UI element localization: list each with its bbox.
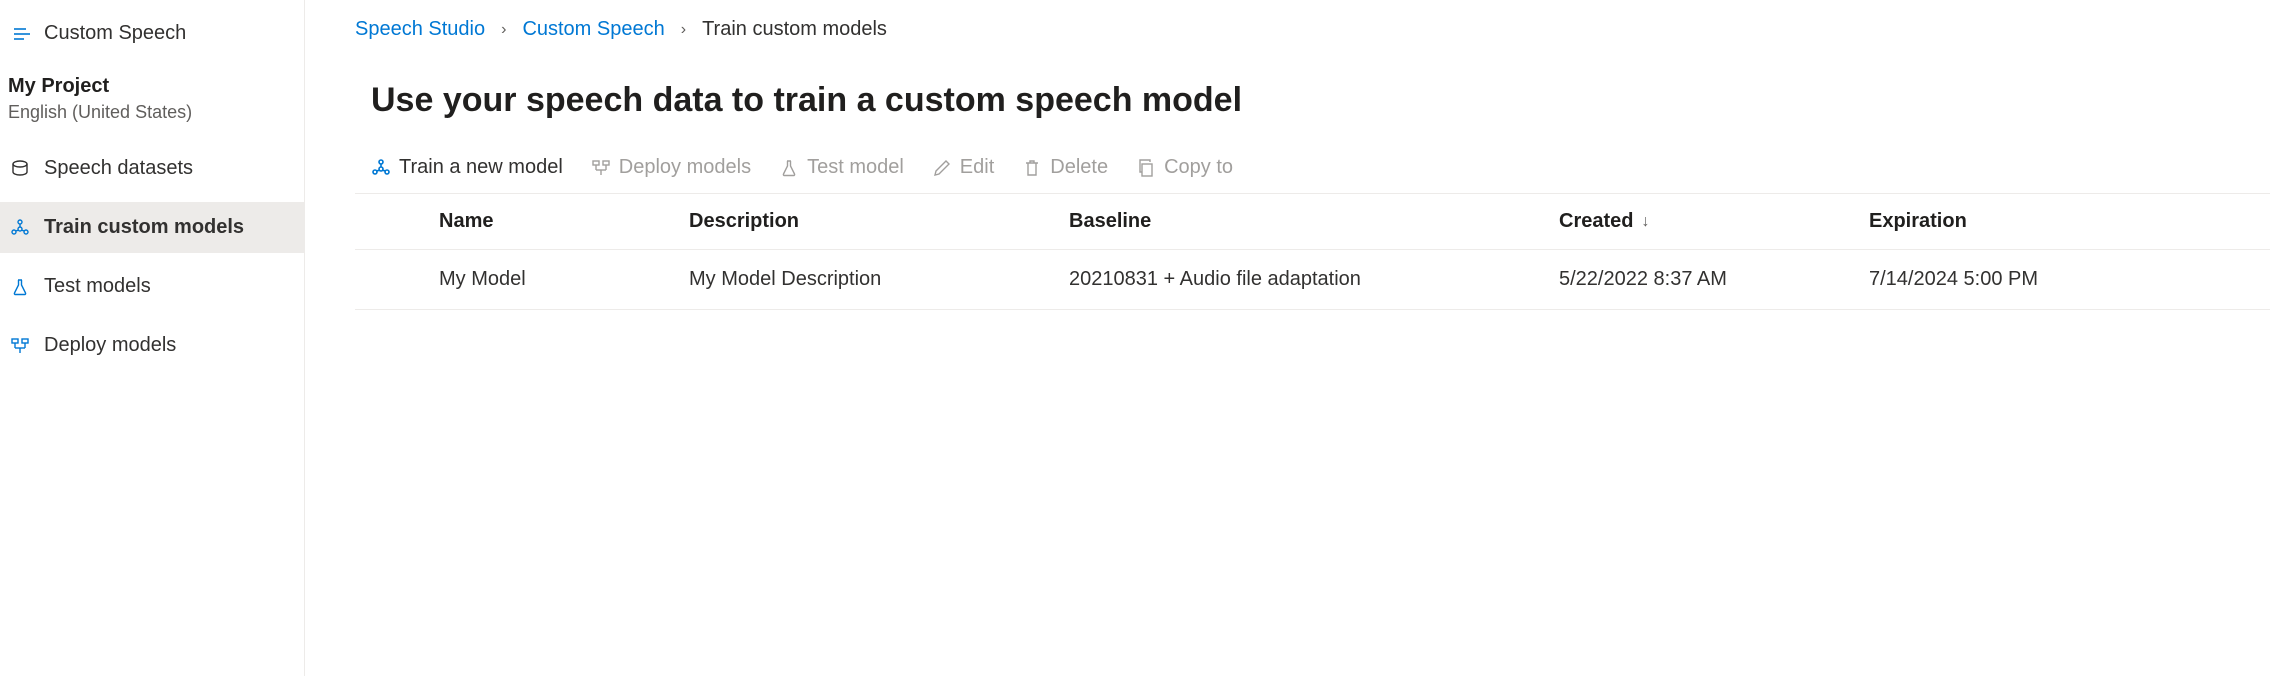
sidebar-item-speech-datasets[interactable]: Speech datasets — [0, 143, 304, 194]
flask-icon — [10, 277, 30, 297]
copy-icon — [1136, 158, 1156, 178]
breadcrumb-link-speech-studio[interactable]: Speech Studio — [355, 18, 485, 41]
toolbar: Train a new model Deploy models Test mod… — [355, 150, 2270, 194]
toolbar-label: Test model — [807, 156, 904, 179]
deploy-icon — [591, 158, 611, 178]
sidebar: Custom Speech My Project English (United… — [0, 0, 305, 676]
trash-icon — [1022, 158, 1042, 178]
sidebar-item-deploy-models[interactable]: Deploy models — [0, 320, 304, 371]
sidebar-item-label: Train custom models — [44, 216, 244, 239]
list-icon — [12, 24, 32, 44]
deploy-models-button[interactable]: Deploy models — [591, 156, 751, 179]
toolbar-label: Deploy models — [619, 156, 751, 179]
breadcrumb: Speech Studio › Custom Speech › Train cu… — [355, 18, 2270, 41]
breadcrumb-current: Train custom models — [702, 18, 887, 41]
cell-baseline: 20210831 + Audio file adaptation — [1069, 268, 1559, 291]
chevron-right-icon: › — [501, 21, 506, 39]
sidebar-item-label: Deploy models — [44, 334, 176, 357]
network-icon — [371, 158, 391, 178]
deploy-icon — [10, 336, 30, 356]
test-model-button[interactable]: Test model — [779, 156, 904, 179]
column-header-label: Created — [1559, 210, 1633, 233]
edit-button[interactable]: Edit — [932, 156, 994, 179]
table-header-row: Name Description Baseline Created ↓ Expi… — [355, 194, 2270, 250]
cell-expiration: 7/14/2024 5:00 PM — [1869, 268, 2270, 291]
toolbar-label: Delete — [1050, 156, 1108, 179]
breadcrumb-link-custom-speech[interactable]: Custom Speech — [522, 18, 664, 41]
column-header-description[interactable]: Description — [689, 210, 1069, 233]
network-icon — [10, 218, 30, 238]
pencil-icon — [932, 158, 952, 178]
delete-button[interactable]: Delete — [1022, 156, 1108, 179]
column-header-created[interactable]: Created ↓ — [1559, 210, 1869, 233]
sidebar-item-label: Speech datasets — [44, 157, 193, 180]
cell-description: My Model Description — [689, 268, 1069, 291]
table-row[interactable]: My Model My Model Description 20210831 +… — [355, 250, 2270, 310]
toolbar-label: Train a new model — [399, 156, 563, 179]
flask-icon — [779, 158, 799, 178]
copy-to-button[interactable]: Copy to — [1136, 156, 1233, 179]
toolbar-label: Copy to — [1164, 156, 1233, 179]
sort-descending-icon: ↓ — [1641, 213, 1649, 231]
train-new-model-button[interactable]: Train a new model — [371, 156, 563, 179]
sidebar-item-label: Test models — [44, 275, 151, 298]
main-content: Speech Studio › Custom Speech › Train cu… — [305, 0, 2270, 676]
toolbar-label: Edit — [960, 156, 994, 179]
sidebar-item-test-models[interactable]: Test models — [0, 261, 304, 312]
cell-created: 5/22/2022 8:37 AM — [1559, 268, 1869, 291]
sidebar-header-label: Custom Speech — [44, 22, 186, 45]
project-subtitle: English (United States) — [0, 102, 304, 143]
page-title: Use your speech data to train a custom s… — [371, 81, 2270, 120]
project-title: My Project — [0, 65, 304, 102]
database-icon — [10, 159, 30, 179]
column-header-expiration[interactable]: Expiration — [1869, 210, 2270, 233]
cell-name: My Model — [439, 268, 689, 291]
sidebar-item-train-models[interactable]: Train custom models — [0, 202, 304, 253]
chevron-right-icon: › — [681, 21, 686, 39]
column-header-baseline[interactable]: Baseline — [1069, 210, 1559, 233]
sidebar-header[interactable]: Custom Speech — [0, 10, 304, 65]
column-header-name[interactable]: Name — [439, 210, 689, 233]
